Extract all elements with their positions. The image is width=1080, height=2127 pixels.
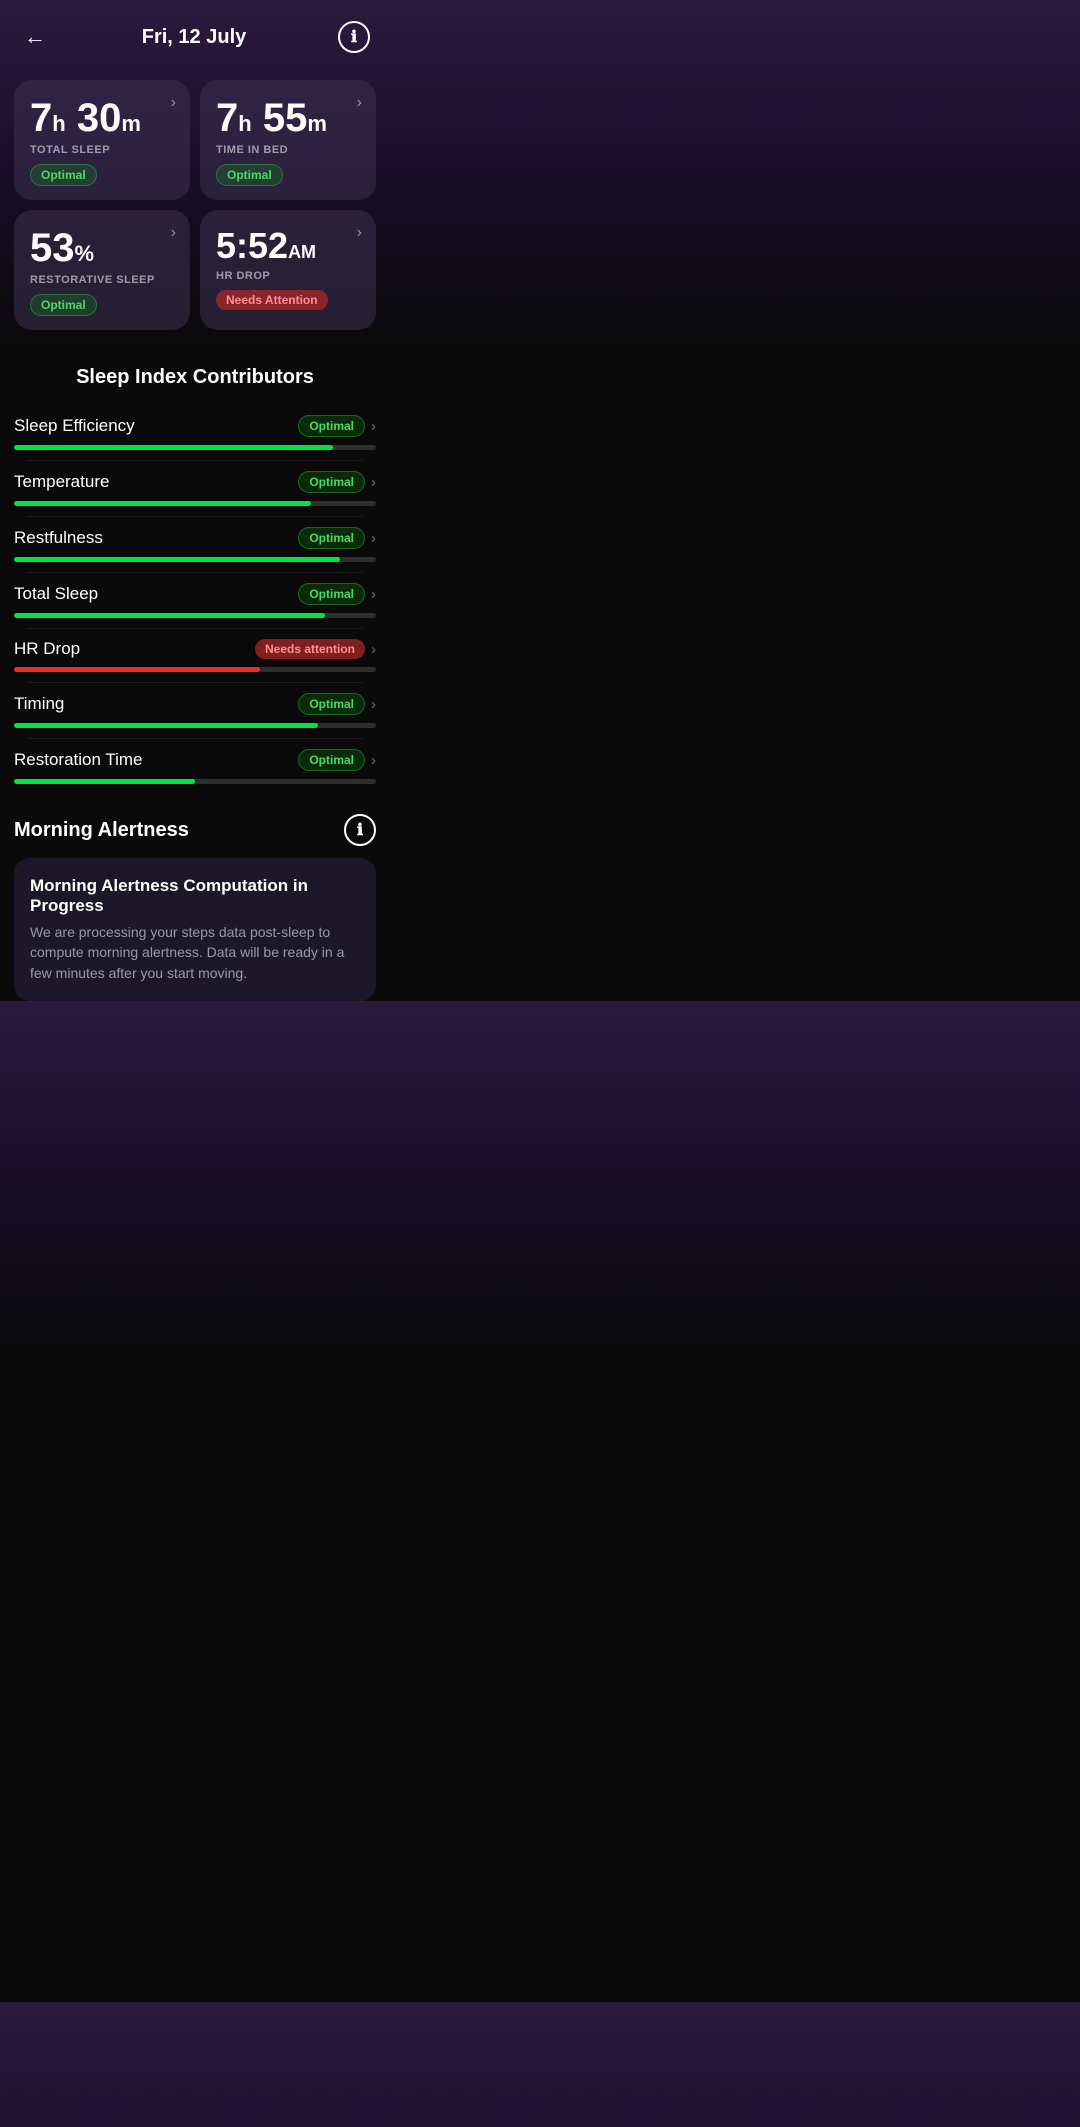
status-badge: Optimal [298, 749, 365, 771]
morning-alertness-header: Morning Alertness ℹ [14, 814, 376, 846]
page-title: Fri, 12 July [142, 26, 247, 49]
status-badge-hr-drop: Needs Attention [216, 290, 328, 310]
chevron-right-icon: › [371, 418, 376, 435]
chevron-right-icon: › [371, 641, 376, 658]
contributors-section-title: Sleep Index Contributors [0, 346, 390, 405]
contributor-name: Temperature [14, 472, 109, 492]
contributor-row-temperature[interactable]: Temperature Optimal › [14, 461, 376, 516]
chevron-right-icon: › [371, 586, 376, 603]
contributor-name: HR Drop [14, 639, 80, 659]
status-badge-total-sleep: Optimal [30, 164, 97, 186]
chevron-icon: › [357, 94, 362, 112]
chevron-icon: › [171, 94, 176, 112]
progress-bar-fill [14, 667, 260, 672]
contributor-name: Restoration Time [14, 750, 143, 770]
morning-alertness-card-text: We are processing your steps data post-s… [30, 922, 360, 983]
status-badge: Needs attention [255, 639, 365, 659]
chevron-right-icon: › [371, 474, 376, 491]
progress-bar-fill [14, 445, 333, 450]
info-button[interactable]: ℹ [338, 21, 370, 53]
contributor-row-timing[interactable]: Timing Optimal › [14, 683, 376, 738]
morning-alertness-card: Morning Alertness Computation in Progres… [14, 858, 376, 1001]
chevron-right-icon: › [371, 696, 376, 713]
progress-bar-bg [14, 501, 376, 506]
progress-bar-fill [14, 557, 340, 562]
stat-label-time-in-bed: TIME IN BED [216, 144, 360, 156]
status-badge: Optimal [298, 583, 365, 605]
progress-bar-fill [14, 779, 195, 784]
chevron-right-icon: › [371, 530, 376, 547]
chevron-icon: › [357, 224, 362, 242]
morning-alertness-card-title: Morning Alertness Computation in Progres… [30, 876, 360, 916]
progress-bar-bg [14, 723, 376, 728]
stat-label-total-sleep: TOTAL SLEEP [30, 144, 174, 156]
status-badge: Optimal [298, 415, 365, 437]
status-badge-time-in-bed: Optimal [216, 164, 283, 186]
header: ← Fri, 12 July ℹ [0, 0, 390, 64]
stat-value-total-sleep: 7h 30m [30, 96, 174, 140]
stat-card-total-sleep[interactable]: › 7h 30m TOTAL SLEEP Optimal [14, 80, 190, 200]
stat-label-restorative-sleep: RESTORATIVE SLEEP [30, 274, 174, 286]
contributor-row-restoration-time[interactable]: Restoration Time Optimal › [14, 739, 376, 794]
stats-grid: › 7h 30m TOTAL SLEEP Optimal › 7h 55m TI… [0, 64, 390, 346]
contributor-row-total-sleep[interactable]: Total Sleep Optimal › [14, 573, 376, 628]
progress-bar-bg [14, 779, 376, 784]
stat-card-hr-drop[interactable]: › 5:52AM HR DROP Needs Attention [200, 210, 376, 330]
stat-label-hr-drop: HR DROP [216, 270, 360, 282]
contributor-name: Sleep Efficiency [14, 416, 135, 436]
progress-bar-bg [14, 613, 376, 618]
contributor-row-hr-drop[interactable]: HR Drop Needs attention › [14, 629, 376, 682]
morning-alertness-title: Morning Alertness [14, 819, 189, 842]
stat-value-restorative-sleep: 53% [30, 226, 174, 270]
progress-bar-fill [14, 613, 325, 618]
contributor-row-sleep-efficiency[interactable]: Sleep Efficiency Optimal › [14, 405, 376, 460]
progress-bar-bg [14, 667, 376, 672]
chevron-right-icon: › [371, 752, 376, 769]
contributor-name: Total Sleep [14, 584, 98, 604]
progress-bar-fill [14, 723, 318, 728]
status-badge: Optimal [298, 527, 365, 549]
morning-info-button[interactable]: ℹ [344, 814, 376, 846]
progress-bar-bg [14, 445, 376, 450]
stat-card-restorative-sleep[interactable]: › 53% RESTORATIVE SLEEP Optimal [14, 210, 190, 330]
status-badge-restorative-sleep: Optimal [30, 294, 97, 316]
morning-alertness-section: Morning Alertness ℹ Morning Alertness Co… [0, 794, 390, 1001]
contributor-row-restfulness[interactable]: Restfulness Optimal › [14, 517, 376, 572]
progress-bar-bg [14, 557, 376, 562]
contributors-list: Sleep Efficiency Optimal › Temperature O… [0, 405, 390, 794]
contributor-name: Timing [14, 694, 64, 714]
stat-card-time-in-bed[interactable]: › 7h 55m TIME IN BED Optimal [200, 80, 376, 200]
chevron-icon: › [171, 224, 176, 242]
contributor-name: Restfulness [14, 528, 103, 548]
stat-value-hr-drop: 5:52AM [216, 226, 360, 266]
status-badge: Optimal [298, 693, 365, 715]
stat-value-time-in-bed: 7h 55m [216, 96, 360, 140]
progress-bar-fill [14, 501, 311, 506]
status-badge: Optimal [298, 471, 365, 493]
back-button[interactable]: ← [20, 20, 50, 54]
